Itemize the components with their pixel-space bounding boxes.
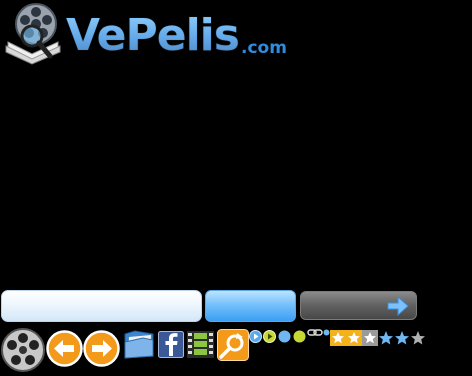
dot-icon (323, 329, 330, 336)
dot-icon (278, 330, 291, 343)
star-icon[interactable] (362, 330, 378, 346)
star-icon[interactable] (330, 330, 346, 346)
play-icon[interactable] (263, 330, 276, 343)
film-reel-icon (5, 3, 61, 65)
play-icon[interactable] (249, 330, 262, 343)
film-reel-icon (1, 328, 45, 372)
logo-text: VePelis (66, 10, 240, 61)
dot-icon (293, 330, 306, 343)
arrow-right-icon[interactable] (83, 330, 120, 367)
refresh-icon[interactable] (217, 329, 249, 361)
arrow-left-icon[interactable] (46, 330, 83, 367)
film-strip-icon[interactable] (187, 331, 214, 358)
star-icon[interactable] (346, 330, 362, 346)
next-button-background (300, 291, 417, 320)
star-icon[interactable] (394, 330, 410, 346)
facebook-icon[interactable] (158, 331, 184, 358)
star-icon[interactable] (410, 330, 426, 346)
arrow-right-icon (387, 295, 409, 317)
star-icon[interactable] (378, 330, 394, 346)
folder-icon[interactable] (123, 328, 155, 360)
search-button-background (205, 290, 296, 322)
search-input-background (1, 290, 202, 322)
logo-domain: .com (241, 38, 287, 58)
link-icon[interactable] (307, 328, 323, 337)
site-logo[interactable]: VePelis .com (0, 0, 300, 70)
